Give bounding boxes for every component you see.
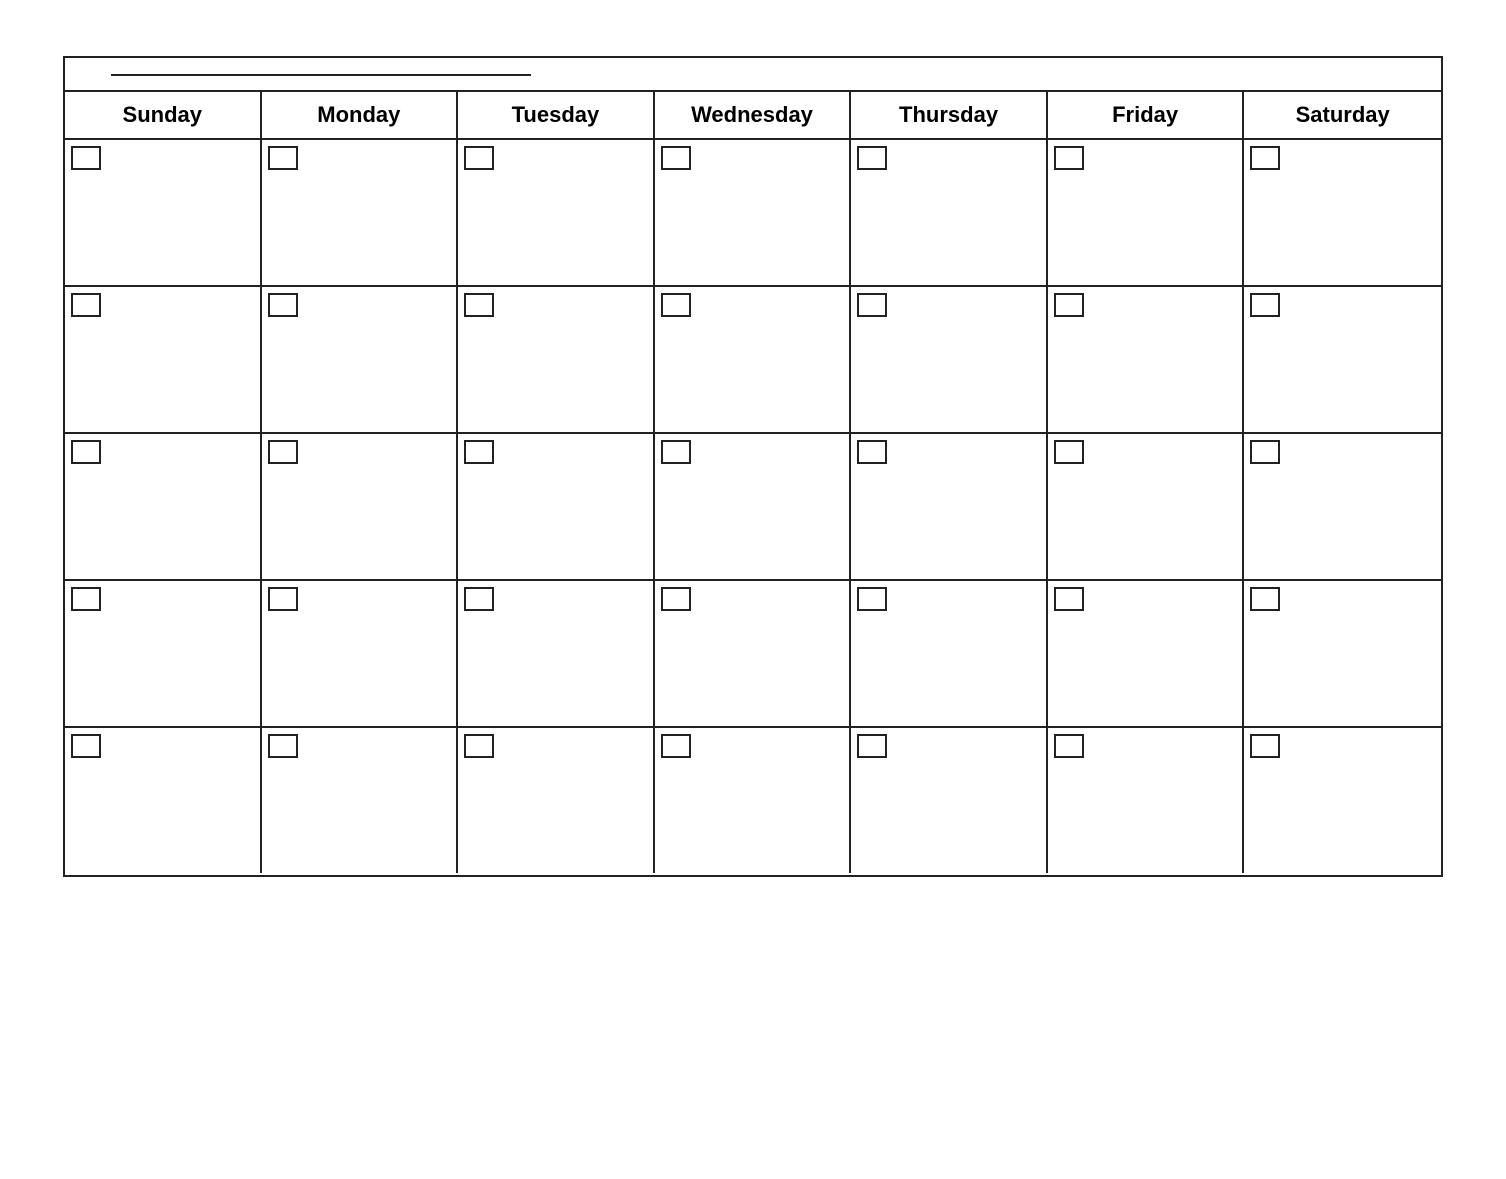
calendar-cell-r2-c7 bbox=[1244, 287, 1441, 432]
date-number-box bbox=[857, 293, 887, 317]
calendar-cell-r2-c1 bbox=[65, 287, 262, 432]
day-header-wednesday: Wednesday bbox=[655, 92, 852, 138]
calendar-row-5 bbox=[65, 728, 1441, 875]
date-number-box bbox=[464, 734, 494, 758]
date-number-box bbox=[661, 146, 691, 170]
calendar-cell-r4-c4 bbox=[655, 581, 852, 726]
calendar-cell-r4-c6 bbox=[1048, 581, 1245, 726]
day-header-sunday: Sunday bbox=[65, 92, 262, 138]
page-wrapper: SundayMondayTuesdayWednesdayThursdayFrid… bbox=[33, 20, 1473, 897]
date-number-box bbox=[661, 293, 691, 317]
date-number-box bbox=[1054, 293, 1084, 317]
date-number-box bbox=[661, 734, 691, 758]
date-number-box bbox=[661, 440, 691, 464]
calendar-cell-r4-c1 bbox=[65, 581, 262, 726]
calendar-cell-r5-c5 bbox=[851, 728, 1048, 873]
date-number-box bbox=[464, 293, 494, 317]
date-number-box bbox=[268, 734, 298, 758]
calendar-cell-r4-c5 bbox=[851, 581, 1048, 726]
calendar-row-3 bbox=[65, 434, 1441, 581]
calendar-row-4 bbox=[65, 581, 1441, 728]
calendar-outer: SundayMondayTuesdayWednesdayThursdayFrid… bbox=[63, 56, 1443, 877]
day-headers-row: SundayMondayTuesdayWednesdayThursdayFrid… bbox=[65, 92, 1441, 140]
date-number-box bbox=[464, 440, 494, 464]
calendar-cell-r3-c3 bbox=[458, 434, 655, 579]
calendar-cell-r3-c2 bbox=[262, 434, 459, 579]
calendar-row-2 bbox=[65, 287, 1441, 434]
calendar-cell-r5-c7 bbox=[1244, 728, 1441, 873]
calendar-cell-r2-c6 bbox=[1048, 287, 1245, 432]
calendar-cell-r5-c4 bbox=[655, 728, 852, 873]
day-header-tuesday: Tuesday bbox=[458, 92, 655, 138]
calendar-cell-r1-c3 bbox=[458, 140, 655, 285]
date-number-box bbox=[464, 146, 494, 170]
date-number-box bbox=[1054, 734, 1084, 758]
calendar-cell-r2-c2 bbox=[262, 287, 459, 432]
date-number-box bbox=[464, 587, 494, 611]
date-number-box bbox=[268, 440, 298, 464]
date-number-box bbox=[1054, 587, 1084, 611]
calendar-cell-r3-c6 bbox=[1048, 434, 1245, 579]
date-number-box bbox=[857, 734, 887, 758]
calendar-cell-r2-c3 bbox=[458, 287, 655, 432]
date-number-box bbox=[1250, 734, 1280, 758]
calendar-cell-r5-c2 bbox=[262, 728, 459, 873]
date-number-box bbox=[268, 587, 298, 611]
date-number-box bbox=[71, 293, 101, 317]
day-header-saturday: Saturday bbox=[1244, 92, 1441, 138]
calendar-cell-r5-c1 bbox=[65, 728, 262, 873]
calendar-row-1 bbox=[65, 140, 1441, 287]
day-header-thursday: Thursday bbox=[851, 92, 1048, 138]
date-number-box bbox=[268, 293, 298, 317]
calendar-cell-r5-c6 bbox=[1048, 728, 1245, 873]
calendar-cell-r4-c7 bbox=[1244, 581, 1441, 726]
calendar-cell-r1-c1 bbox=[65, 140, 262, 285]
calendar-cell-r5-c3 bbox=[458, 728, 655, 873]
calendar-cell-r3-c7 bbox=[1244, 434, 1441, 579]
date-number-box bbox=[1250, 293, 1280, 317]
calendar-cell-r3-c5 bbox=[851, 434, 1048, 579]
day-header-friday: Friday bbox=[1048, 92, 1245, 138]
date-number-box bbox=[1250, 587, 1280, 611]
date-number-box bbox=[1054, 440, 1084, 464]
date-number-box bbox=[71, 146, 101, 170]
calendar-cell-r3-c4 bbox=[655, 434, 852, 579]
calendar-cell-r3-c1 bbox=[65, 434, 262, 579]
date-number-box bbox=[661, 587, 691, 611]
calendar-cell-r4-c2 bbox=[262, 581, 459, 726]
date-number-box bbox=[71, 587, 101, 611]
day-header-monday: Monday bbox=[262, 92, 459, 138]
date-number-box bbox=[857, 440, 887, 464]
date-number-box bbox=[857, 146, 887, 170]
calendar-cell-r1-c5 bbox=[851, 140, 1048, 285]
month-header bbox=[65, 58, 1441, 92]
calendar-cell-r4-c3 bbox=[458, 581, 655, 726]
month-line bbox=[111, 74, 531, 76]
calendar-cell-r2-c5 bbox=[851, 287, 1048, 432]
date-number-box bbox=[1250, 146, 1280, 170]
calendar-cell-r1-c6 bbox=[1048, 140, 1245, 285]
calendar-cell-r2-c4 bbox=[655, 287, 852, 432]
date-number-box bbox=[1054, 146, 1084, 170]
calendar-grid bbox=[65, 140, 1441, 875]
date-number-box bbox=[268, 146, 298, 170]
calendar-cell-r1-c4 bbox=[655, 140, 852, 285]
date-number-box bbox=[1250, 440, 1280, 464]
date-number-box bbox=[857, 587, 887, 611]
date-number-box bbox=[71, 734, 101, 758]
date-number-box bbox=[71, 440, 101, 464]
calendar-cell-r1-c2 bbox=[262, 140, 459, 285]
calendar-cell-r1-c7 bbox=[1244, 140, 1441, 285]
